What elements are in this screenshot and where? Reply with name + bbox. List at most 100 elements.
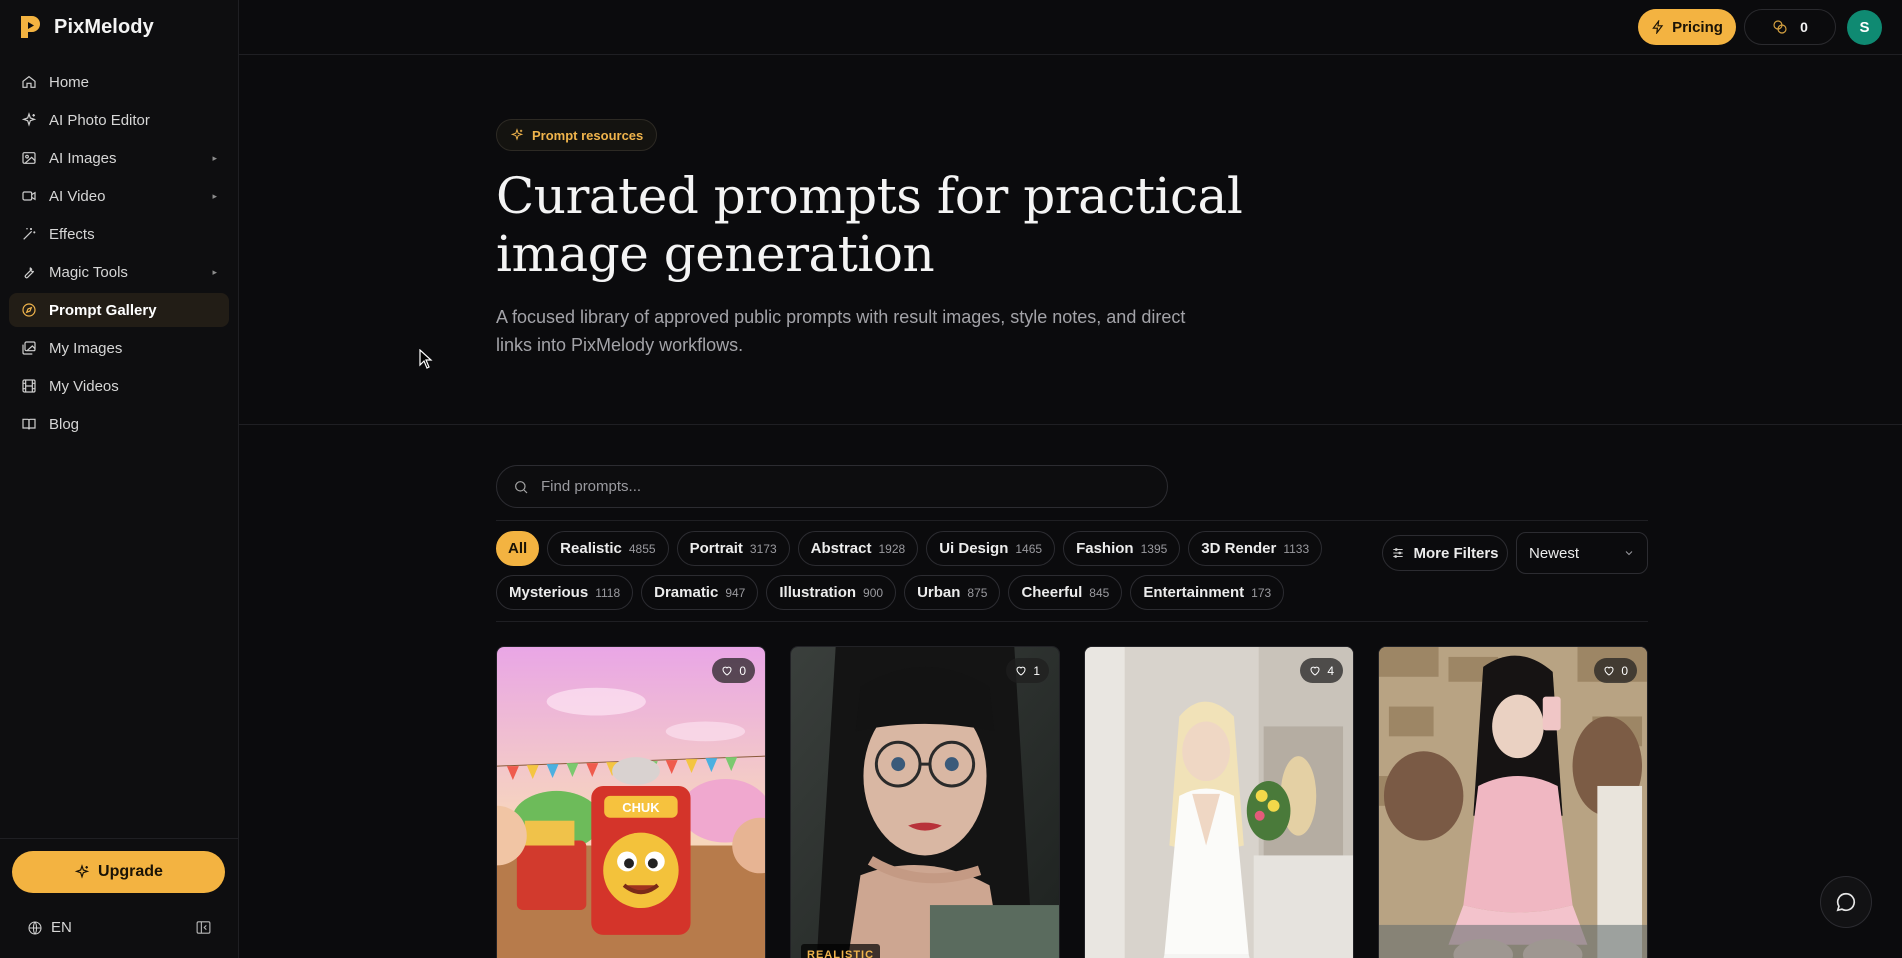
filter-chip-count: 1118 bbox=[595, 585, 621, 600]
caret-right-icon: ▸ bbox=[212, 190, 217, 201]
like-button[interactable]: 0 bbox=[712, 658, 755, 683]
like-button[interactable]: 4 bbox=[1300, 658, 1343, 683]
sparkle-icon bbox=[20, 112, 37, 129]
filter-chip-label: Illustration bbox=[779, 584, 857, 601]
search-bar[interactable] bbox=[496, 465, 1168, 508]
filter-chip-count: 1395 bbox=[1140, 541, 1168, 556]
filter-chip-label: Urban bbox=[917, 584, 961, 601]
filter-chip-dramatic[interactable]: Dramatic 947 bbox=[641, 575, 759, 610]
like-count: 1 bbox=[1033, 663, 1040, 678]
pixmelody-logo-icon bbox=[21, 16, 40, 38]
mouse-cursor-icon bbox=[419, 349, 433, 369]
filter-chip-count: 1465 bbox=[1015, 541, 1043, 556]
sort-select[interactable]: Newest bbox=[1516, 532, 1648, 574]
image-icon bbox=[20, 150, 37, 167]
filter-chip-3d-render[interactable]: 3D Render 1133 bbox=[1188, 531, 1323, 566]
sidebar-item-ai-images[interactable]: AI Images ▸ bbox=[9, 141, 229, 175]
heart-icon bbox=[1604, 666, 1614, 676]
filter-chip-illustration[interactable]: Illustration 900 bbox=[766, 575, 897, 610]
filter-chip-count: 1928 bbox=[878, 541, 906, 556]
filter-chip-label: Entertainment bbox=[1143, 584, 1245, 601]
more-filters-label: More Filters bbox=[1413, 544, 1499, 562]
sidebar-item-label: My Videos bbox=[49, 377, 119, 395]
prompt-grid: CHUK 0 1 REALISTIC 4 0 bbox=[496, 646, 1648, 958]
hero-section: Prompt resources Curated prompts for pra… bbox=[239, 55, 1902, 425]
like-count: 4 bbox=[1327, 663, 1334, 678]
sidebar-item-label: AI Images bbox=[49, 149, 117, 167]
brand[interactable]: PixMelody bbox=[18, 12, 154, 42]
filter-chip-cheerful[interactable]: Cheerful 845 bbox=[1008, 575, 1123, 610]
filter-chip-entertainment[interactable]: Entertainment 173 bbox=[1130, 575, 1285, 610]
filter-chip-abstract[interactable]: Abstract 1928 bbox=[797, 531, 919, 566]
filter-chip-count: 875 bbox=[967, 585, 988, 600]
filter-chip-label: All bbox=[508, 540, 528, 557]
card-image-pink-dress-mirror bbox=[1379, 647, 1647, 958]
filter-chip-mysterious[interactable]: Mysterious 1118 bbox=[496, 575, 634, 610]
badge-label: Prompt resources bbox=[532, 127, 644, 143]
compass-icon bbox=[20, 302, 37, 319]
more-filters-button[interactable]: More Filters bbox=[1382, 535, 1508, 571]
heart-icon bbox=[1310, 666, 1320, 676]
sidebar-item-blog[interactable]: Blog bbox=[9, 407, 229, 441]
like-button[interactable]: 0 bbox=[1594, 658, 1637, 683]
sidebar-item-magic-tools[interactable]: Magic Tools ▸ bbox=[9, 255, 229, 289]
card-image-cartoon-train: CHUK bbox=[497, 647, 765, 958]
credits-counter[interactable]: 0 bbox=[1744, 9, 1836, 45]
sidebar-item-prompt-gallery[interactable]: Prompt Gallery bbox=[9, 293, 229, 327]
prompt-card[interactable]: CHUK 0 bbox=[496, 646, 766, 958]
sidebar-item-label: Home bbox=[49, 73, 90, 91]
wand-icon bbox=[20, 226, 37, 243]
filter-chip-label: Cheerful bbox=[1021, 584, 1083, 601]
prompt-card[interactable]: 1 REALISTIC bbox=[790, 646, 1060, 958]
filter-row: All Realistic 4855 Portrait 3173 Abstract 1928… bbox=[496, 531, 1356, 566]
lightning-icon bbox=[1652, 20, 1664, 34]
sidebar-item-my-images[interactable]: My Images bbox=[9, 331, 229, 365]
sidebar-item-ai-photo-editor[interactable]: AI Photo Editor bbox=[9, 103, 229, 137]
filter-chip-count: 173 bbox=[1251, 585, 1272, 600]
filter-chip-count: 1133 bbox=[1283, 541, 1310, 556]
prompt-resources-badge: Prompt resources bbox=[496, 119, 658, 151]
filter-chip-portrait[interactable]: Portrait 3173 bbox=[676, 531, 790, 566]
brand-name: PixMelody bbox=[54, 15, 154, 38]
divider bbox=[496, 520, 1648, 521]
filter-chip-label: Portrait bbox=[689, 540, 743, 557]
filter-chip-urban[interactable]: Urban 875 bbox=[904, 575, 1001, 610]
images-icon bbox=[20, 340, 37, 357]
prompt-card[interactable]: 4 bbox=[1084, 646, 1354, 958]
wrench-icon bbox=[20, 264, 37, 281]
filter-chip-ui-design[interactable]: Ui Design 1465 bbox=[926, 531, 1056, 566]
prompt-card[interactable]: 0 bbox=[1378, 646, 1648, 958]
sidebar-item-my-videos[interactable]: My Videos bbox=[9, 369, 229, 403]
app-root: PixMelody Home AI Photo Editor AI Images ▸ A… bbox=[0, 0, 1902, 958]
filter-chip-all[interactable]: All bbox=[496, 531, 540, 566]
language-selector[interactable]: EN bbox=[27, 919, 72, 936]
sidebar-item-label: AI Video bbox=[49, 187, 106, 205]
chat-support-button[interactable] bbox=[1820, 876, 1872, 928]
like-button[interactable]: 1 bbox=[1006, 658, 1049, 683]
sidebar-item-ai-video[interactable]: AI Video ▸ bbox=[9, 179, 229, 213]
filter-chip-fashion[interactable]: Fashion 1395 bbox=[1063, 531, 1181, 566]
sidebar-item-effects[interactable]: Effects bbox=[9, 217, 229, 251]
page-title: Curated prompts for practical image gene… bbox=[496, 167, 1243, 283]
filter-row: Mysterious 1118 Dramatic 947 Illustration 900… bbox=[496, 575, 1356, 610]
upgrade-label: Upgrade bbox=[98, 863, 163, 880]
card-image-blonde-white-dress bbox=[1085, 647, 1353, 958]
upgrade-button[interactable]: Upgrade bbox=[12, 851, 225, 893]
user-avatar[interactable]: S bbox=[1847, 10, 1882, 45]
pricing-button[interactable]: Pricing bbox=[1638, 9, 1736, 45]
sliders-icon bbox=[1393, 548, 1404, 558]
sidebar: PixMelody Home AI Photo Editor AI Images ▸ A… bbox=[0, 0, 239, 958]
language-label: EN bbox=[51, 919, 72, 936]
search-input[interactable] bbox=[541, 478, 1101, 495]
film-icon bbox=[20, 378, 37, 395]
filter-chip-label: Fashion bbox=[1076, 540, 1134, 557]
filter-chip-label: Dramatic bbox=[654, 584, 719, 601]
collapse-sidebar-button[interactable] bbox=[195, 919, 213, 937]
sidebar-nav: Home AI Photo Editor AI Images ▸ AI Video ▸ Ef… bbox=[9, 65, 229, 445]
page-subtitle: A focused library of approved public pro… bbox=[496, 307, 1186, 355]
sidebar-item-home[interactable]: Home bbox=[9, 65, 229, 99]
filter-chip-realistic[interactable]: Realistic 4855 bbox=[547, 531, 669, 566]
filter-chip-count: 947 bbox=[725, 585, 746, 600]
caret-right-icon: ▸ bbox=[212, 266, 217, 277]
filter-chip-label: Abstract bbox=[810, 540, 872, 557]
